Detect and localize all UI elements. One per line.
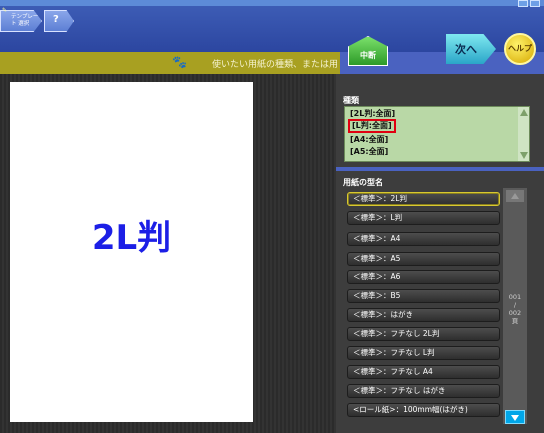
title-bar: [0, 0, 544, 6]
paper-preview: 2L判: [10, 82, 253, 422]
template-icon: ✎: [2, 7, 8, 14]
mascot-icon: 🐾: [172, 55, 187, 69]
help-label: ヘルプ: [508, 44, 532, 53]
close-button[interactable]: [530, 0, 540, 7]
type-item[interactable]: [A5:全面]: [348, 147, 390, 157]
model-item[interactable]: <ロール紙>：100mm幅(はがき): [347, 403, 500, 417]
question-icon: ?: [53, 14, 59, 25]
type-item[interactable]: [2L判:全面]: [348, 109, 397, 119]
arrow-down-icon: [511, 415, 519, 421]
scroll-down-icon[interactable]: [520, 152, 528, 159]
model-section-title: 用紙の型名: [343, 178, 383, 187]
model-item[interactable]: ＜標準＞：フチなし はがき: [347, 384, 500, 398]
model-item[interactable]: ＜標準＞：B5: [347, 289, 500, 303]
model-item[interactable]: ＜標準＞：はがき: [347, 308, 500, 322]
template-select-label: テンプレート 選択: [11, 14, 39, 27]
model-item[interactable]: ＜標準＞：A4: [347, 232, 500, 246]
page-down-button[interactable]: [505, 410, 525, 424]
page-current: 001: [508, 293, 522, 301]
page-separator: /: [513, 301, 517, 309]
model-item[interactable]: ＜標準＞：フチなし 2L判: [347, 327, 500, 341]
minimize-button[interactable]: [518, 0, 528, 7]
type-item-selected[interactable]: [L判:全面]: [348, 119, 396, 133]
type-item[interactable]: [A4:全面]: [348, 135, 390, 145]
arrow-up-icon: [511, 193, 519, 199]
next-label: 次へ: [455, 43, 477, 56]
model-item-selected[interactable]: ＜標準＞：2L判: [347, 192, 500, 206]
instruction-text: 使いたい用紙の種類、または用: [211, 60, 338, 70]
model-item[interactable]: ＜標準＞：フチなし L判: [347, 346, 500, 360]
paper-size-label: 2L判: [91, 218, 172, 258]
model-item[interactable]: ＜標準＞：A6: [347, 270, 500, 284]
scroll-up-icon[interactable]: [520, 109, 528, 116]
page-total: 002: [508, 309, 522, 317]
model-item[interactable]: ＜標準＞：A5: [347, 252, 500, 266]
page-counter: 001 / 002 頁: [505, 293, 525, 325]
cancel-label: 中断: [360, 51, 376, 60]
help-button[interactable]: ヘルプ: [504, 33, 536, 65]
type-list[interactable]: [2L判:全面] [L判:全面] [A4:全面] [A5:全面]: [344, 106, 530, 162]
type-section-title: 種類: [343, 96, 359, 105]
page-unit: 頁: [511, 317, 519, 325]
type-scrollbar[interactable]: [518, 107, 529, 161]
section-divider: [336, 167, 544, 171]
page-up-button[interactable]: [506, 190, 524, 202]
model-item[interactable]: ＜標準＞：L判: [347, 211, 500, 225]
model-item[interactable]: ＜標準＞：フチなし A4: [347, 365, 500, 379]
